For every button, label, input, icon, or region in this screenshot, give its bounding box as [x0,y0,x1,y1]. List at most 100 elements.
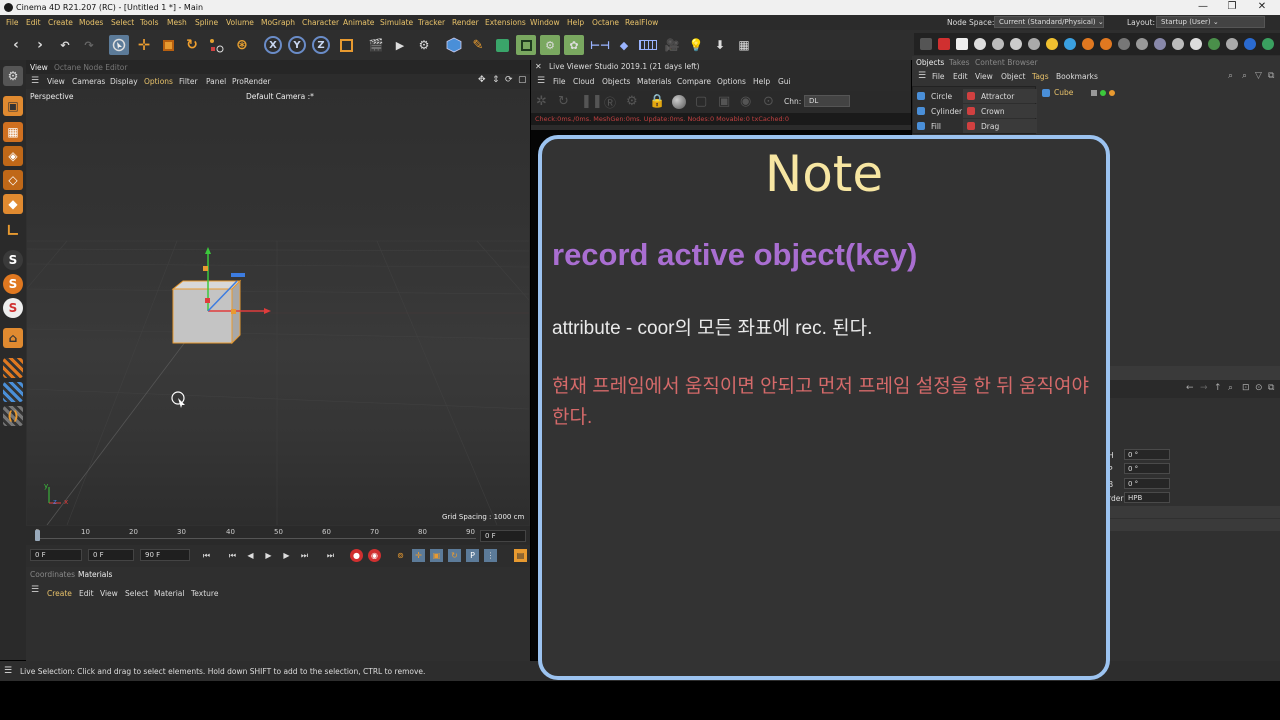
hamburger-icon[interactable]: ☰ [31,76,39,86]
forward-arrow-icon[interactable]: › [30,35,50,55]
menu-help[interactable]: Help [567,18,584,27]
axis-mode-icon[interactable]: ∟ [3,220,23,240]
hamburger-icon[interactable]: ☰ [537,76,545,86]
octane-sun-icon[interactable] [1046,38,1058,50]
lv-menu-help[interactable]: Help [753,77,770,86]
undo-button[interactable]: ↶ [55,35,75,55]
region-icon[interactable]: Ⓡ [604,94,616,111]
pause-icon[interactable]: ❚❚ [581,94,603,109]
end-frame-field[interactable]: 90 F [140,549,190,561]
menu-window[interactable]: Window [530,18,560,27]
go-to-start-icon[interactable]: ⏮ [200,549,213,562]
octane-tool-icon[interactable] [1010,38,1022,50]
attr-p-field[interactable]: 0 ° [1124,463,1170,474]
next-frame-icon[interactable]: ▶ [280,549,293,562]
lv-menu-materials[interactable]: Materials [637,77,671,86]
menu-render[interactable]: Render [452,18,479,27]
render-settings-icon[interactable]: ⚙ [414,35,434,55]
object-tree-item-cube[interactable]: Cube [1042,88,1116,97]
octane-tool-icon[interactable] [1136,38,1148,50]
menu-spline[interactable]: Spline [195,18,218,27]
tab-octane-node-editor[interactable]: Octane Node Editor [54,63,127,72]
popup-item-fill[interactable]: Fill [913,119,963,133]
focus-picker-icon[interactable]: ◉ [740,94,751,109]
3d-viewport[interactable]: Perspective Default Camera :* Grid Spaci… [27,89,529,525]
render-view-icon[interactable]: 🎬 [366,35,386,55]
search-icon[interactable]: ⌕ [1228,71,1233,81]
move-view-icon[interactable]: ✥ [478,75,486,85]
lv-menu-compare[interactable]: Compare [677,77,711,86]
rotate-view-icon[interactable]: ⟳ [505,75,513,85]
restart-icon[interactable]: ↻ [558,94,569,109]
octane-tool-icon[interactable] [1100,38,1112,50]
parameter-key-icon[interactable]: P [466,549,479,562]
playhead[interactable] [35,530,40,541]
octane-tool-icon[interactable] [1118,38,1130,50]
field-icon[interactable]: ⊢⊣ [590,35,610,55]
keyframe-selection-icon[interactable]: ⊚ [394,549,407,562]
pin-icon[interactable]: ⊙ [763,94,774,109]
menu-realflow[interactable]: RealFlow [625,18,658,27]
obj-menu-edit[interactable]: Edit [953,72,968,81]
play-icon[interactable]: ▶ [262,549,275,562]
tab-materials[interactable]: Materials [78,570,112,579]
planar-workplane-icon[interactable] [3,382,23,402]
menu-mograph[interactable]: MoGraph [261,18,295,27]
generator-icon[interactable] [492,35,512,55]
lv-menu-options[interactable]: Options [717,77,746,86]
render-picture-viewer-icon[interactable]: ▶ [390,35,410,55]
edges-mode-icon[interactable]: ◇ [3,170,23,190]
next-key-icon[interactable]: ⏭ [298,549,311,562]
cube-object[interactable] [171,279,242,345]
menu-tools[interactable]: Tools [140,18,158,27]
floor-icon[interactable] [638,35,658,55]
locked-workplane-icon[interactable]: () [3,406,23,426]
solo-off-icon[interactable]: S [3,298,23,318]
scene-icon[interactable]: ◆ [614,35,634,55]
menu-mesh[interactable]: Mesh [167,18,187,27]
obj-menu-bookmarks[interactable]: Bookmarks [1056,72,1098,81]
mograph-cloner-icon[interactable] [516,35,536,55]
tag-icon[interactable] [1109,89,1116,96]
vp-menu-options[interactable]: Options [144,77,173,86]
lock-icon[interactable]: ⊡ [1242,383,1250,393]
mat-menu-select[interactable]: Select [125,589,148,598]
octane-tool-icon[interactable] [1262,38,1274,50]
snapping-icon[interactable]: ⊛ [232,35,252,55]
solo-icon[interactable]: S [3,250,23,270]
menu-simulate[interactable]: Simulate [380,18,413,27]
live-selection-icon[interactable] [109,35,129,55]
coordinate-system-icon[interactable] [336,35,356,55]
up-arrow-icon[interactable]: ↑ [1214,383,1222,393]
tab-objects[interactable]: Objects [916,58,944,67]
rotate-icon[interactable]: ↻ [182,35,202,55]
layer-icon[interactable] [1091,89,1098,96]
effector-icon[interactable]: ✿ [564,35,584,55]
lv-menu-gui[interactable]: Gui [778,77,791,86]
record-active-objects-icon[interactable]: ● [350,549,363,562]
tab-coordinates[interactable]: Coordinates [30,570,75,579]
mat-menu-edit[interactable]: Edit [79,589,94,598]
camera-label[interactable]: Default Camera :* [246,92,314,101]
obj-menu-tags[interactable]: Tags [1032,72,1049,81]
back-arrow-icon[interactable]: ← [1186,383,1194,393]
back-arrow-icon[interactable]: ‹ [6,35,26,55]
vp-menu-panel[interactable]: Panel [206,77,226,86]
texture-mode-icon[interactable]: ▦ [3,122,23,142]
mat-menu-material[interactable]: Material [154,589,184,598]
camera-icon[interactable]: 🎥 [662,35,682,55]
polygons-mode-icon[interactable]: ◆ [3,194,23,214]
attr-b-field[interactable]: 0 ° [1124,478,1170,489]
x-axis-lock[interactable]: X [263,35,283,55]
octane-render-icon[interactable] [938,38,950,50]
octane-tool-icon[interactable] [1172,38,1184,50]
settings-icon[interactable]: ⚙ [626,94,638,109]
mat-menu-create[interactable]: Create [47,589,72,598]
hamburger-icon[interactable]: ☰ [4,666,12,676]
mat-menu-texture[interactable]: Texture [191,589,218,598]
light-icon[interactable]: 💡 [686,35,706,55]
octane-tool-icon[interactable] [1244,38,1256,50]
popup-item-attractor[interactable]: Attractor [963,89,1037,103]
octane-tool-icon[interactable] [1226,38,1238,50]
deformer-icon[interactable]: ⚙ [540,35,560,55]
